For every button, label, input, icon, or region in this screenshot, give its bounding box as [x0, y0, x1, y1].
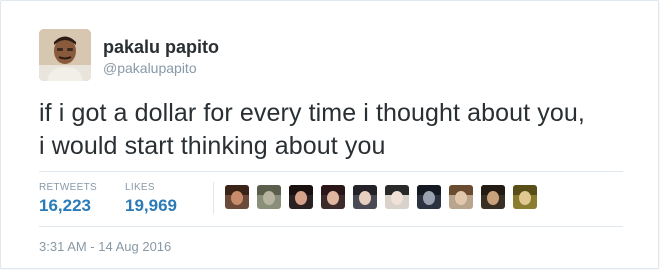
display-name[interactable]: pakalu papito: [103, 36, 219, 58]
liker-avatar[interactable]: [449, 185, 473, 209]
tweet-text: if i got a dollar for every time i thoug…: [39, 97, 639, 163]
liker-avatar[interactable]: [481, 185, 505, 209]
tweet-timestamp[interactable]: 3:31 AM - 14 Aug 2016: [39, 239, 171, 255]
tweet-text-line-2: i would start thinking about you: [39, 132, 386, 160]
liker-avatars: [225, 185, 537, 209]
liker-avatar-face: [455, 191, 467, 205]
user-avatar[interactable]: [39, 29, 91, 81]
liker-avatar-face: [487, 191, 499, 205]
tweet-text-line-1: if i got a dollar for every time i thoug…: [39, 99, 585, 127]
likes-label: LIKES: [125, 182, 155, 193]
liker-avatar-face: [519, 191, 531, 205]
retweets-label: RETWEETS: [39, 182, 97, 193]
liker-avatar[interactable]: [289, 185, 313, 209]
liker-avatar-face: [391, 191, 403, 205]
liker-avatar[interactable]: [321, 185, 345, 209]
stats-divider: [213, 182, 214, 214]
liker-avatar-face: [423, 191, 435, 205]
liker-avatar[interactable]: [257, 185, 281, 209]
likes-stat[interactable]: LIKES 19,969: [125, 182, 177, 217]
liker-avatar[interactable]: [417, 185, 441, 209]
user-names: pakalu papito @pakalupapito: [103, 36, 219, 77]
retweets-stat[interactable]: RETWEETS 16,223: [39, 182, 97, 217]
liker-avatar-face: [295, 191, 307, 205]
retweets-count: 16,223: [39, 196, 91, 215]
liker-avatar-face: [263, 191, 275, 205]
liker-avatar[interactable]: [385, 185, 409, 209]
user-handle[interactable]: @pakalupapito: [103, 59, 219, 77]
liker-avatar-face: [327, 191, 339, 205]
liker-avatar-face: [359, 191, 371, 205]
tweet-card: pakalu papito @pakalupapito if i got a d…: [0, 0, 659, 269]
liker-avatar[interactable]: [513, 185, 537, 209]
liker-avatar-face: [231, 191, 243, 205]
liker-avatar[interactable]: [225, 185, 249, 209]
likes-count: 19,969: [125, 196, 177, 215]
tweet-stats: RETWEETS 16,223 LIKES 19,969: [39, 171, 623, 227]
avatar-photo-icon: [39, 29, 91, 81]
tweet-header: pakalu papito @pakalupapito: [39, 29, 219, 81]
liker-avatar[interactable]: [353, 185, 377, 209]
